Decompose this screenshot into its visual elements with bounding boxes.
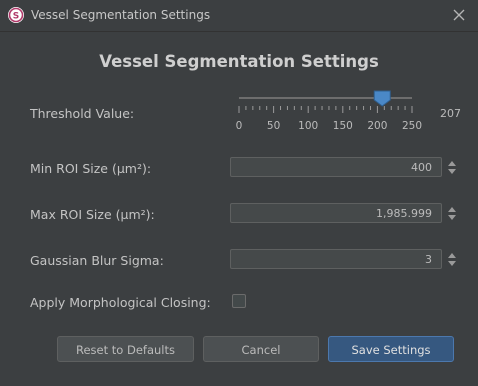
min-roi-increment-icon[interactable] bbox=[448, 161, 456, 166]
gaussian-sigma-label: Gaussian Blur Sigma: bbox=[30, 253, 164, 268]
close-button[interactable] bbox=[449, 5, 469, 25]
gaussian-sigma-increment-icon[interactable] bbox=[448, 253, 456, 258]
slider-tick-label: 200 bbox=[367, 120, 387, 132]
save-settings-button[interactable]: Save Settings bbox=[328, 336, 454, 362]
gaussian-sigma-spinner: 3 bbox=[230, 249, 462, 271]
cancel-button[interactable]: Cancel bbox=[203, 336, 319, 362]
slider-tick-label: 50 bbox=[267, 120, 280, 132]
threshold-slider-graphic: 0 50 100 150 200 250 bbox=[236, 90, 422, 132]
morph-closing-checkbox[interactable] bbox=[232, 294, 246, 308]
slider-tick-label: 250 bbox=[402, 120, 422, 132]
slider-thumb bbox=[373, 90, 391, 107]
min-roi-decrement-icon[interactable] bbox=[448, 169, 456, 174]
slider-tick-label: 100 bbox=[298, 120, 318, 132]
close-icon bbox=[453, 9, 465, 21]
slider-tick-label: 150 bbox=[333, 120, 353, 132]
slider-tick-label: 0 bbox=[236, 120, 243, 132]
window-title: Vessel Segmentation Settings bbox=[31, 8, 211, 22]
morph-closing-label: Apply Morphological Closing: bbox=[30, 295, 211, 310]
max-roi-increment-icon[interactable] bbox=[448, 207, 456, 212]
min-roi-input[interactable]: 400 bbox=[230, 157, 442, 177]
max-roi-stepper bbox=[445, 203, 459, 225]
gaussian-sigma-stepper bbox=[445, 249, 459, 271]
gaussian-sigma-input[interactable]: 3 bbox=[230, 249, 442, 269]
max-roi-label: Max ROI Size (μm²): bbox=[30, 207, 155, 222]
threshold-slider[interactable]: 0 50 100 150 200 250 bbox=[236, 88, 422, 136]
max-roi-decrement-icon[interactable] bbox=[448, 215, 456, 220]
min-roi-spinner: 400 bbox=[230, 157, 462, 179]
title-bar: S Vessel Segmentation Settings bbox=[0, 0, 478, 32]
gaussian-sigma-decrement-icon[interactable] bbox=[448, 261, 456, 266]
min-roi-stepper bbox=[445, 157, 459, 179]
threshold-value-readout: 207 bbox=[440, 107, 461, 120]
min-roi-label: Min ROI Size (μm²): bbox=[30, 161, 152, 176]
reset-defaults-button[interactable]: Reset to Defaults bbox=[57, 336, 194, 362]
max-roi-spinner: 1,985.999 bbox=[230, 203, 462, 225]
app-logo-icon: S bbox=[8, 7, 24, 23]
max-roi-input[interactable]: 1,985.999 bbox=[230, 203, 442, 223]
dialog-heading: Vessel Segmentation Settings bbox=[99, 52, 379, 71]
svg-text:S: S bbox=[13, 12, 19, 22]
threshold-label: Threshold Value: bbox=[30, 106, 135, 121]
